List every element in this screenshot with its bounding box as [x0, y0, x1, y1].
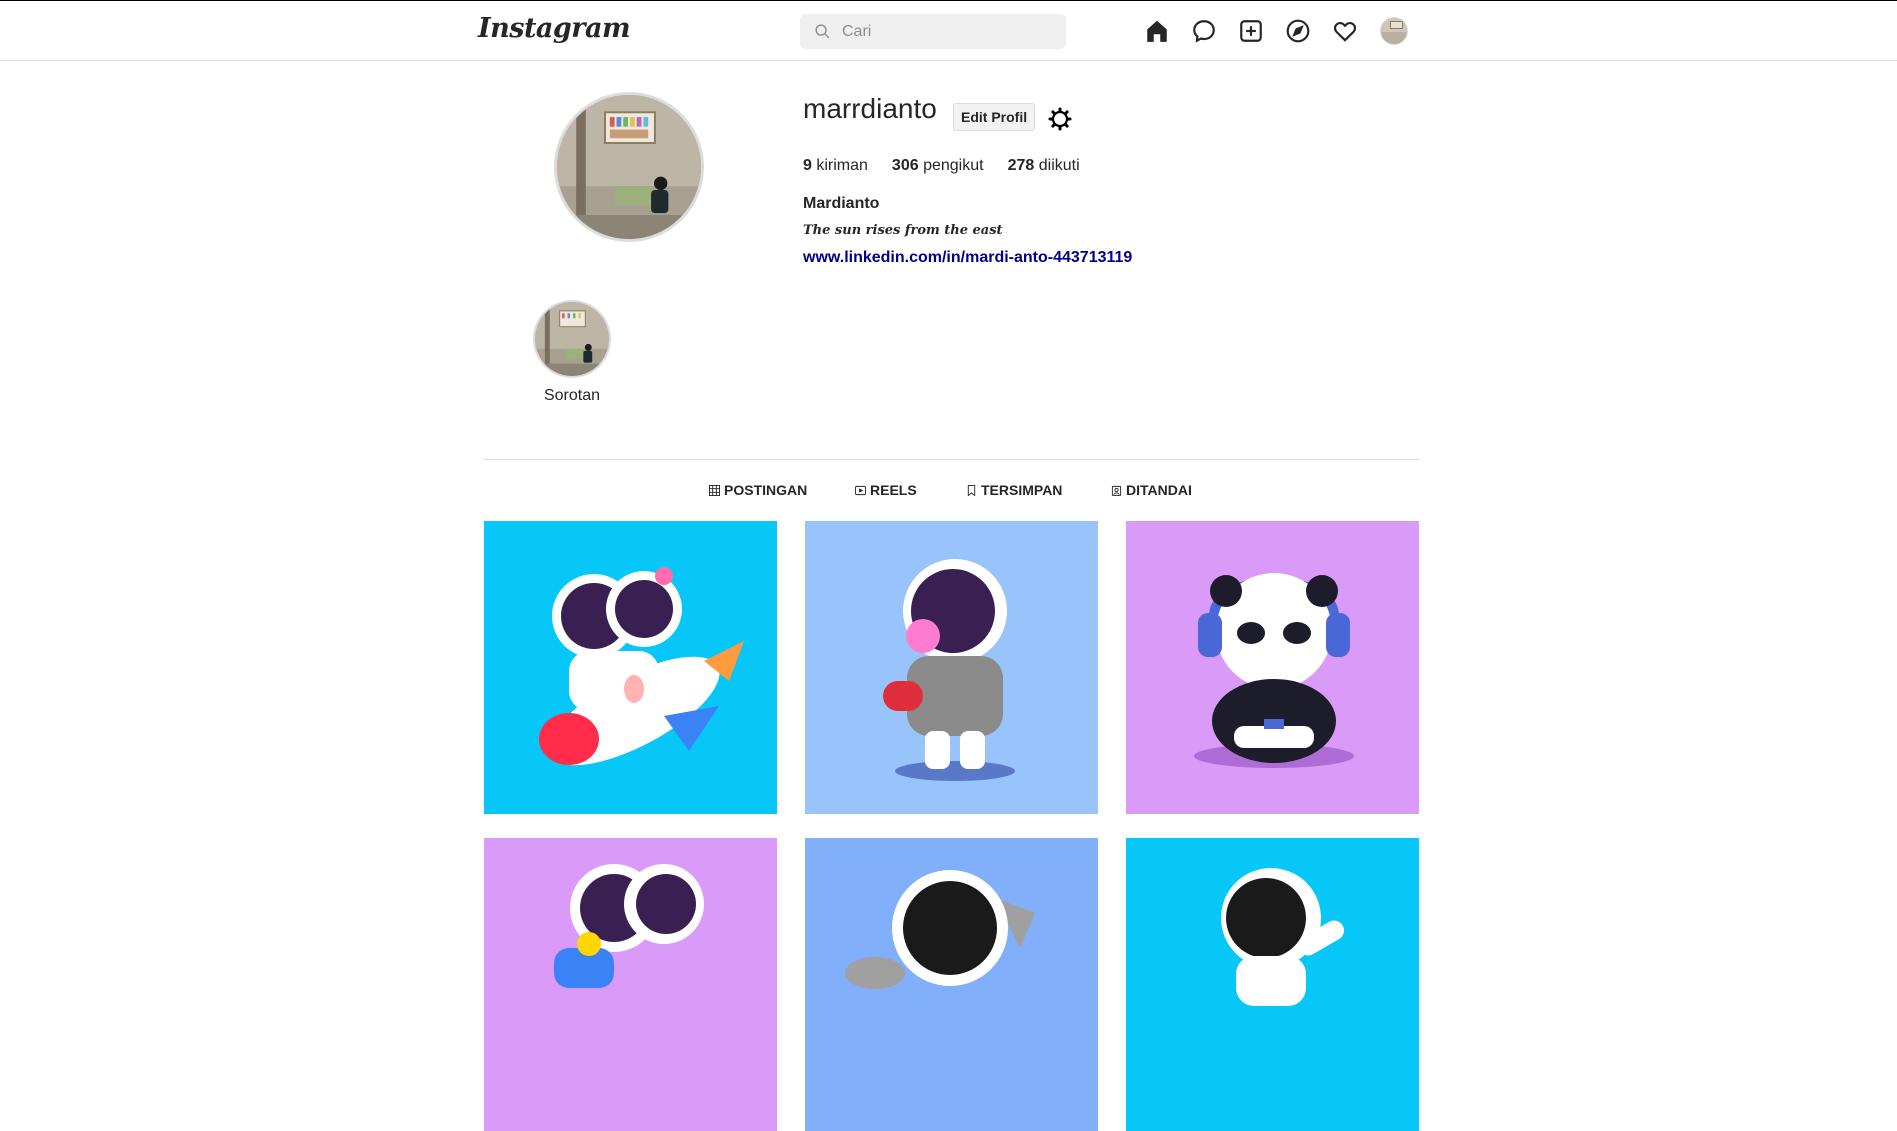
content-divider: [483, 459, 1419, 460]
activity-heart-icon[interactable]: [1332, 18, 1358, 44]
search-input[interactable]: [840, 21, 1044, 42]
tab-reels[interactable]: REELS: [855, 482, 917, 498]
highlight-label: Sorotan: [543, 387, 601, 404]
profile-picture[interactable]: [554, 92, 704, 242]
profile-website-link[interactable]: www.linkedin.com/in/mardi-anto-443713119: [803, 249, 1132, 267]
profile-username: marrdianto: [803, 93, 937, 124]
top-navigation-bar: Instagram: [0, 1, 1897, 61]
settings-gear-icon[interactable]: [1048, 107, 1072, 131]
tab-saved[interactable]: TERSIMPAN: [966, 482, 1062, 498]
stat-following[interactable]: 278 diikuti: [1008, 157, 1080, 175]
grid-icon: [709, 484, 720, 496]
tab-tagged-label: DITANDAI: [1126, 482, 1192, 498]
astronaut-couple-rocket-illustration: [484, 521, 777, 814]
astronaut-wrench-illustration: [805, 838, 1098, 1131]
tag-icon: [1111, 485, 1122, 496]
stat-following-count: 278: [1007, 157, 1035, 174]
edit-profile-button[interactable]: Edit Profil: [953, 103, 1036, 131]
search-box[interactable]: [800, 14, 1066, 49]
post-tile-5[interactable]: [805, 838, 1098, 1131]
tab-tagged[interactable]: DITANDAI: [1111, 482, 1192, 498]
post-tile-6[interactable]: [1126, 838, 1419, 1131]
new-post-icon[interactable]: [1238, 18, 1264, 44]
post-tile-4[interactable]: [484, 838, 777, 1131]
instagram-logo[interactable]: Instagram: [478, 13, 631, 44]
panda-gamer-headphones-illustration: [1126, 521, 1419, 814]
stat-following-label: diikuti: [1038, 157, 1080, 174]
story-highlight[interactable]: Sorotan: [532, 300, 612, 405]
post-tile-2[interactable]: [805, 521, 1098, 814]
astronaut-bubblegum-skateboard-illustration: [805, 521, 1098, 814]
profile-full-name: Mardianto: [803, 195, 880, 212]
tab-posts-label: POSTINGAN: [724, 482, 808, 498]
explore-compass-icon[interactable]: [1285, 18, 1311, 44]
post-tile-3[interactable]: [1126, 521, 1419, 814]
stat-posts-label: kiriman: [816, 157, 868, 174]
astronaut-dab-illustration: [1126, 838, 1419, 1131]
tab-posts[interactable]: POSTINGAN: [709, 482, 807, 498]
search-icon: [815, 24, 830, 39]
bookmark-icon: [967, 484, 976, 496]
stat-followers[interactable]: 306 pengikut: [892, 157, 984, 175]
stat-followers-count: 306: [891, 157, 919, 174]
profile-bio: The sun rises from the east: [803, 223, 1003, 238]
stat-followers-label: pengikut: [923, 157, 984, 174]
post-tile-1[interactable]: [484, 521, 777, 814]
profile-avatar-nav[interactable]: [1380, 17, 1408, 45]
tab-reels-label: REELS: [870, 482, 917, 498]
astronaut-couple-scooter-illustration: [484, 838, 777, 1131]
home-icon[interactable]: [1144, 18, 1170, 44]
profile-stats: 9 kiriman 306 pengikut 278 diikuti: [803, 157, 1104, 175]
stat-posts-count: 9: [803, 157, 812, 174]
highlight-cover: [533, 300, 611, 378]
reels-icon: [855, 485, 866, 495]
tab-saved-label: TERSIMPAN: [981, 482, 1063, 498]
stat-posts: 9 kiriman: [803, 157, 868, 175]
messenger-icon[interactable]: [1191, 18, 1217, 44]
